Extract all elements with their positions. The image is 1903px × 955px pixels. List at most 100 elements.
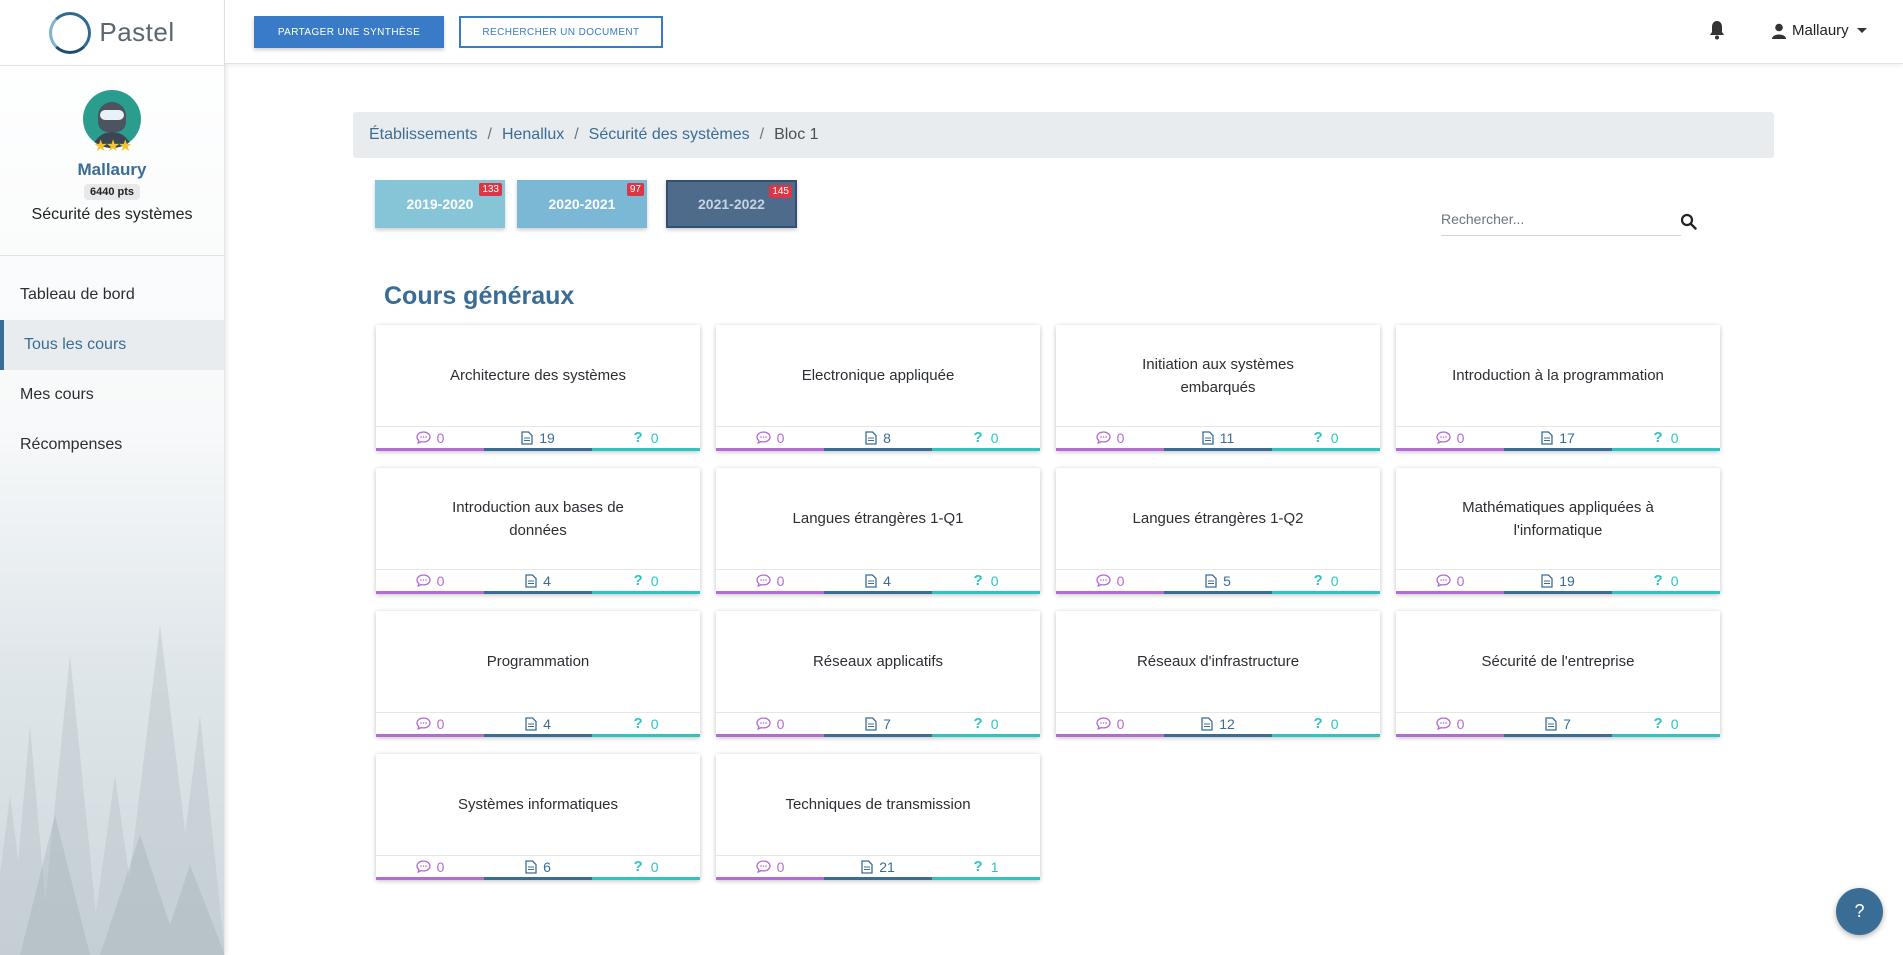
documents-value: 6 xyxy=(543,858,551,875)
course-card[interactable]: Architecture des systèmes 0 19? 0 xyxy=(376,325,700,451)
bell-icon[interactable] xyxy=(1709,20,1725,40)
document-icon xyxy=(525,573,537,588)
question-icon: ? xyxy=(1653,429,1663,446)
questions-count: ? 0 xyxy=(592,713,700,737)
comment-icon xyxy=(755,574,771,587)
course-card[interactable]: Langues étrangères 1-Q1 0 4? 0 xyxy=(716,468,1040,594)
document-icon xyxy=(1545,716,1557,731)
course-card[interactable]: Introduction aux bases de données 0 4? 0 xyxy=(376,468,700,594)
course-card[interactable]: Techniques de transmission 0 21? 1 xyxy=(716,754,1040,880)
comments-count: 0 xyxy=(1056,713,1164,737)
breadcrumb-item-program[interactable]: Sécurité des systèmes xyxy=(589,126,750,144)
comments-count: 0 xyxy=(716,713,824,737)
course-title: Mathématiques appliquées à l'informatiqu… xyxy=(1396,468,1720,570)
comments-count: 0 xyxy=(716,570,824,594)
questions-value: 0 xyxy=(1670,572,1679,589)
comment-icon xyxy=(755,717,771,730)
sidebar-item-my-courses[interactable]: Mes cours xyxy=(0,370,224,420)
comments-count: 0 xyxy=(1396,713,1504,737)
document-icon xyxy=(1205,573,1217,588)
course-card[interactable]: Programmation 0 4? 0 xyxy=(376,611,700,737)
breadcrumb-item-establishments[interactable]: Établissements xyxy=(369,126,478,144)
course-card[interactable]: Langues étrangères 1-Q2 0 5? 0 xyxy=(1056,468,1380,594)
course-stats: 0 12? 0 xyxy=(1056,713,1380,737)
course-title: Programmation xyxy=(376,611,700,713)
course-card[interactable]: Mathématiques appliquées à l'informatiqu… xyxy=(1396,468,1720,594)
year-label: 2021-2022 xyxy=(698,196,765,212)
course-card[interactable]: Réseaux applicatifs 0 7? 0 xyxy=(716,611,1040,737)
questions-count: ? 0 xyxy=(592,570,700,594)
year-tab-2021-2022[interactable]: 2021-2022 145 xyxy=(666,180,797,228)
document-icon xyxy=(525,716,537,731)
questions-value: 0 xyxy=(1330,429,1339,446)
documents-count: 7 xyxy=(824,713,932,737)
share-summary-button[interactable]: PARTAGER UNE SYNTHÈSE xyxy=(254,16,444,48)
documents-count: 12 xyxy=(1164,713,1272,737)
course-card[interactable]: Systèmes informatiques 0 6? 0 xyxy=(376,754,700,880)
search-input[interactable]: Rechercher... xyxy=(1441,208,1681,236)
search-document-button[interactable]: RECHERCHER UN DOCUMENT xyxy=(459,16,663,48)
comments-value: 0 xyxy=(1116,429,1125,446)
breadcrumb-item-school[interactable]: Henallux xyxy=(502,126,564,144)
course-card[interactable]: Initiation aux systèmes embarqués 0 11? 0 xyxy=(1056,325,1380,451)
comments-value: 0 xyxy=(776,429,785,446)
count-badge: 145 xyxy=(769,185,792,198)
forest-background xyxy=(0,625,224,955)
help-button[interactable]: ? xyxy=(1836,888,1883,935)
questions-value: 0 xyxy=(990,715,999,732)
documents-count: 4 xyxy=(824,570,932,594)
course-card[interactable]: Introduction à la programmation 0 17? 0 xyxy=(1396,325,1720,451)
comments-value: 0 xyxy=(1456,572,1465,589)
profile-card: ★★★ Mallaury 6440 pts Sécurité des systè… xyxy=(0,66,224,256)
sidebar-item-dashboard[interactable]: Tableau de bord xyxy=(0,270,224,320)
documents-count: 7 xyxy=(1504,713,1612,737)
sidebar-nav: Tableau de bord Tous les cours Mes cours… xyxy=(0,270,224,470)
question-icon: ? xyxy=(633,715,643,732)
question-icon: ? xyxy=(633,858,643,875)
question-icon: ? xyxy=(1313,572,1323,589)
documents-value: 21 xyxy=(879,858,895,875)
comments-count: 0 xyxy=(716,427,824,451)
question-icon: ? xyxy=(973,715,983,732)
sidebar-item-all-courses[interactable]: Tous les cours xyxy=(0,320,224,370)
comment-icon xyxy=(415,860,431,873)
questions-value: 0 xyxy=(990,429,999,446)
comment-icon xyxy=(415,717,431,730)
comments-value: 0 xyxy=(436,429,445,446)
questions-count: ? 0 xyxy=(1272,427,1380,451)
sidebar-item-rewards[interactable]: Récompenses xyxy=(0,420,224,470)
documents-count: 21 xyxy=(824,856,932,880)
user-name: Mallaury xyxy=(1792,22,1849,39)
comment-icon xyxy=(1435,574,1451,587)
course-card[interactable]: Electronique appliquée 0 8? 0 xyxy=(716,325,1040,451)
search-icon[interactable] xyxy=(1680,213,1697,230)
year-tab-2019-2020[interactable]: 2019-2020 133 xyxy=(375,180,505,228)
comments-value: 0 xyxy=(776,572,785,589)
course-stats: 0 19? 0 xyxy=(1396,570,1720,594)
user-menu[interactable]: Mallaury xyxy=(1772,22,1867,39)
count-badge: 97 xyxy=(626,183,644,196)
breadcrumb-item-current: Bloc 1 xyxy=(774,126,819,143)
course-stats: 0 19? 0 xyxy=(376,427,700,451)
comments-count: 0 xyxy=(376,856,484,880)
question-icon: ? xyxy=(1313,715,1323,732)
documents-count: 5 xyxy=(1164,570,1272,594)
questions-count: ? 0 xyxy=(1612,427,1720,451)
brand-logo[interactable]: Pastel xyxy=(0,0,224,66)
year-tab-2020-2021[interactable]: 2020-2021 97 xyxy=(517,180,647,228)
comment-icon xyxy=(1095,431,1111,444)
question-icon: ? xyxy=(633,429,643,446)
course-title: Techniques de transmission xyxy=(716,754,1040,856)
course-title: Langues étrangères 1-Q2 xyxy=(1056,468,1380,570)
breadcrumb: Établissements / Henallux / Sécurité des… xyxy=(353,112,1774,158)
section-title: Cours généraux xyxy=(384,282,575,310)
course-card[interactable]: Sécurité de l'entreprise 0 7? 0 xyxy=(1396,611,1720,737)
course-card[interactable]: Réseaux d'infrastructure 0 12? 0 xyxy=(1056,611,1380,737)
course-stats: 0 4? 0 xyxy=(376,713,700,737)
comments-value: 0 xyxy=(776,715,785,732)
course-title: Réseaux applicatifs xyxy=(716,611,1040,713)
count-badge: 133 xyxy=(479,183,502,196)
comment-icon xyxy=(1095,717,1111,730)
questions-count: ? 0 xyxy=(1612,570,1720,594)
documents-count: 8 xyxy=(824,427,932,451)
